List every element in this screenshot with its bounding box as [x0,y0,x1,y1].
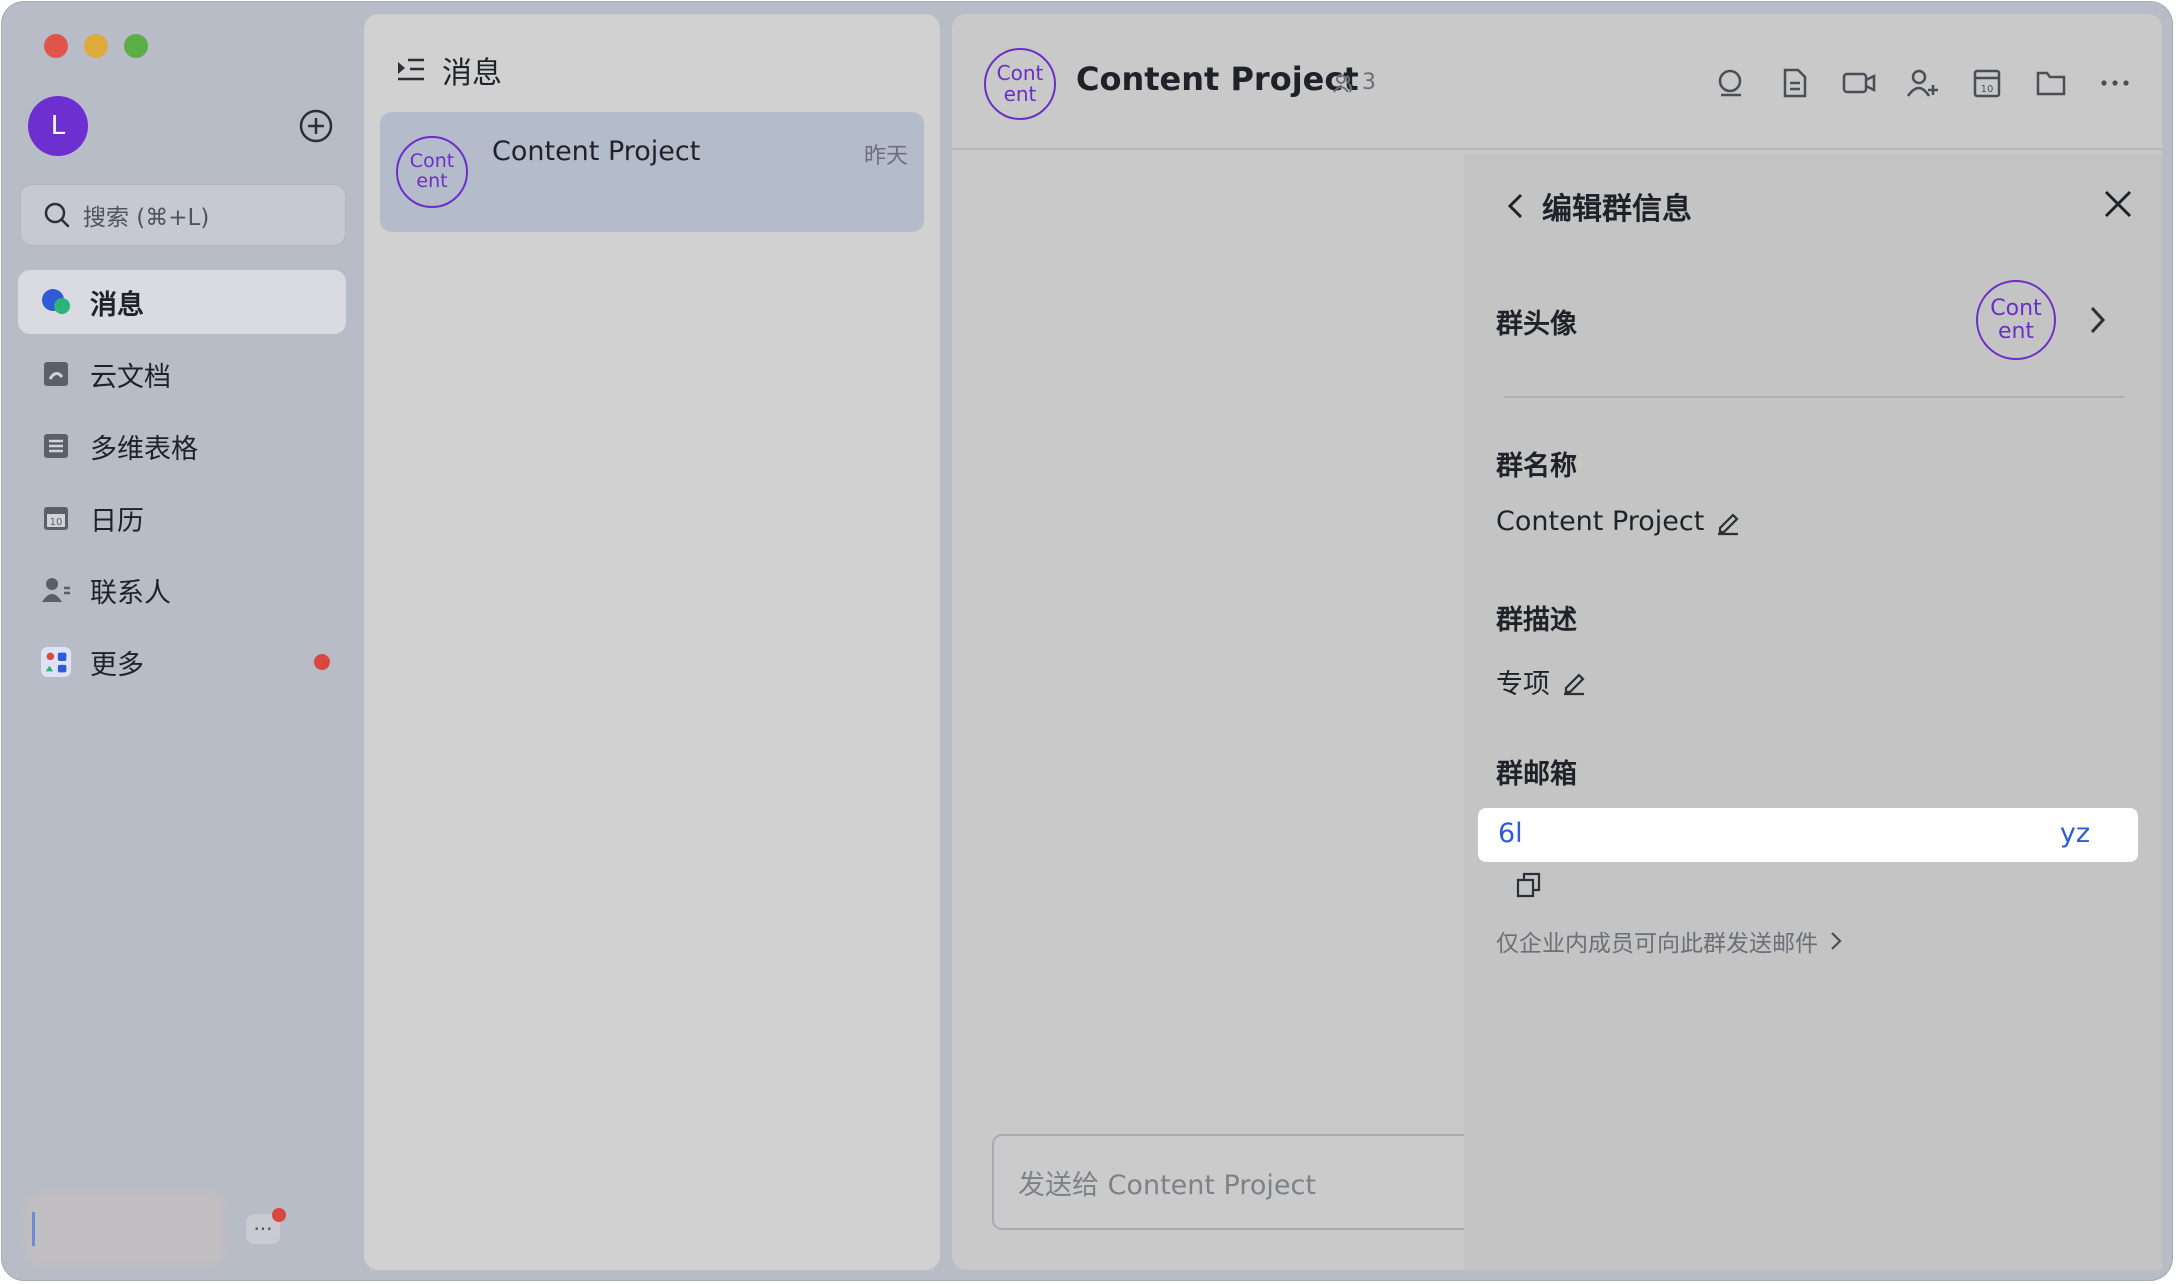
list-title: 消息 [442,56,502,91]
table-icon [40,430,72,462]
message-input-placeholder: 发送给 Content Project [1018,1169,1316,1201]
sidebar: L 搜索 (⌘+L) 消息 云文档 多维表格 10 日历 联系人 更多 ··· [2,2,362,1280]
search-placeholder: 搜索 (⌘+L) [83,205,210,231]
search-input[interactable]: 搜索 (⌘+L) [20,184,346,246]
copy-icon[interactable] [1514,870,1544,900]
divider [1504,396,2124,398]
group-desc-value: 专项 [1496,669,1550,700]
edit-icon[interactable] [1714,508,1742,536]
collapse-list-icon[interactable] [394,55,428,85]
list-header: 消息 [394,48,502,92]
svg-text:10: 10 [1981,84,1994,95]
group-mail-label: 群邮箱 [1496,759,1577,790]
apps-icon [40,646,72,678]
cloud-doc-icon [40,358,72,390]
sidebar-item-messages[interactable]: 消息 [18,270,346,334]
sidebar-item-label: 多维表格 [90,433,198,465]
sidebar-item-label: 更多 [90,649,144,681]
sidebar-item-label: 联系人 [90,577,171,609]
add-icon[interactable] [296,106,336,146]
doc-icon[interactable] [1778,66,1812,100]
group-avatar[interactable]: Cont ent [1976,280,2056,360]
message-input[interactable]: 发送给 Content Project [992,1134,1512,1230]
group-avatar-label: 群头像 [1496,309,1577,340]
sidebar-item-label: 日历 [90,505,144,537]
message-list-panel: 消息 Cont ent Content Project 昨天 [364,14,940,1270]
member-count[interactable]: 3 [1332,70,1376,95]
chevron-right-icon [1831,932,1842,950]
notification-badge [314,654,330,670]
calendar-icon[interactable]: 10 [1970,66,2004,100]
sidebar-item-calendar[interactable]: 10 日历 [18,486,346,550]
search-icon [44,202,70,228]
video-icon[interactable] [1842,66,1876,100]
user-avatar[interactable]: L [28,96,88,156]
drawer-header: 编辑群信息 [1504,184,1692,228]
chat-bubble-icon [40,286,72,318]
more-options-button[interactable]: ··· [246,1208,286,1244]
sidebar-item-more[interactable]: 更多 [18,630,346,694]
chat-toolbar: 10 [1714,66,2132,100]
back-icon[interactable] [1504,190,1528,222]
group-name-label: 群名称 [1496,451,1577,482]
chevron-right-icon[interactable] [2088,304,2108,336]
chat-title: Content Project [1076,60,1359,98]
edit-icon[interactable] [1560,668,1588,696]
sidebar-item-label: 消息 [90,289,144,321]
more-label: ··· [253,1217,273,1241]
chat-name: Content Project [492,136,701,167]
sidebar-item-label: 云文档 [90,361,171,393]
close-icon[interactable] [2100,186,2136,222]
group-name-field[interactable]: Content Project [1496,506,1742,537]
group-desc-field[interactable]: 专项 [1496,662,1588,701]
group-name-value: Content Project [1496,506,1705,537]
calendar-icon: 10 [40,502,72,534]
more-icon[interactable] [2098,66,2132,100]
mail-prefix: 6l [1498,818,1523,849]
app-window: L 搜索 (⌘+L) 消息 云文档 多维表格 10 日历 联系人 更多 ··· … [2,2,2172,1280]
group-avatar: Cont ent [396,136,468,208]
mail-note-text: 仅企业内成员可向此群发送邮件 [1496,931,1818,957]
mail-permission-link[interactable]: 仅企业内成员可向此群发送邮件 [1496,924,1844,958]
group-desc-label: 群描述 [1496,605,1577,636]
chat-header: Cont ent Content Project 3 10 [952,14,2162,150]
folder-icon[interactable] [2034,66,2068,100]
group-mail-value[interactable]: 6l yz [1478,808,2138,862]
group-avatar[interactable]: Cont ent [984,48,1056,120]
members-icon [1333,73,1352,93]
blurred-status [32,1198,218,1260]
sidebar-item-contacts[interactable]: 联系人 [18,558,346,622]
mail-suffix: yz [2059,818,2090,849]
add-member-icon[interactable] [1906,66,1940,100]
edit-group-info-panel: 编辑群信息 群头像 Cont ent 群名称 Content Project 群描… [1464,154,2162,1270]
notification-badge [272,1208,286,1222]
drawer-title: 编辑群信息 [1542,192,1692,227]
list-item[interactable]: Cont ent Content Project 昨天 [380,112,924,232]
sidebar-item-docs[interactable]: 云文档 [18,342,346,406]
svg-text:10: 10 [50,517,63,528]
search-icon[interactable] [1714,66,1748,100]
contacts-icon [40,574,72,606]
chat-time: 昨天 [863,144,908,169]
sidebar-item-bitable[interactable]: 多维表格 [18,414,346,478]
